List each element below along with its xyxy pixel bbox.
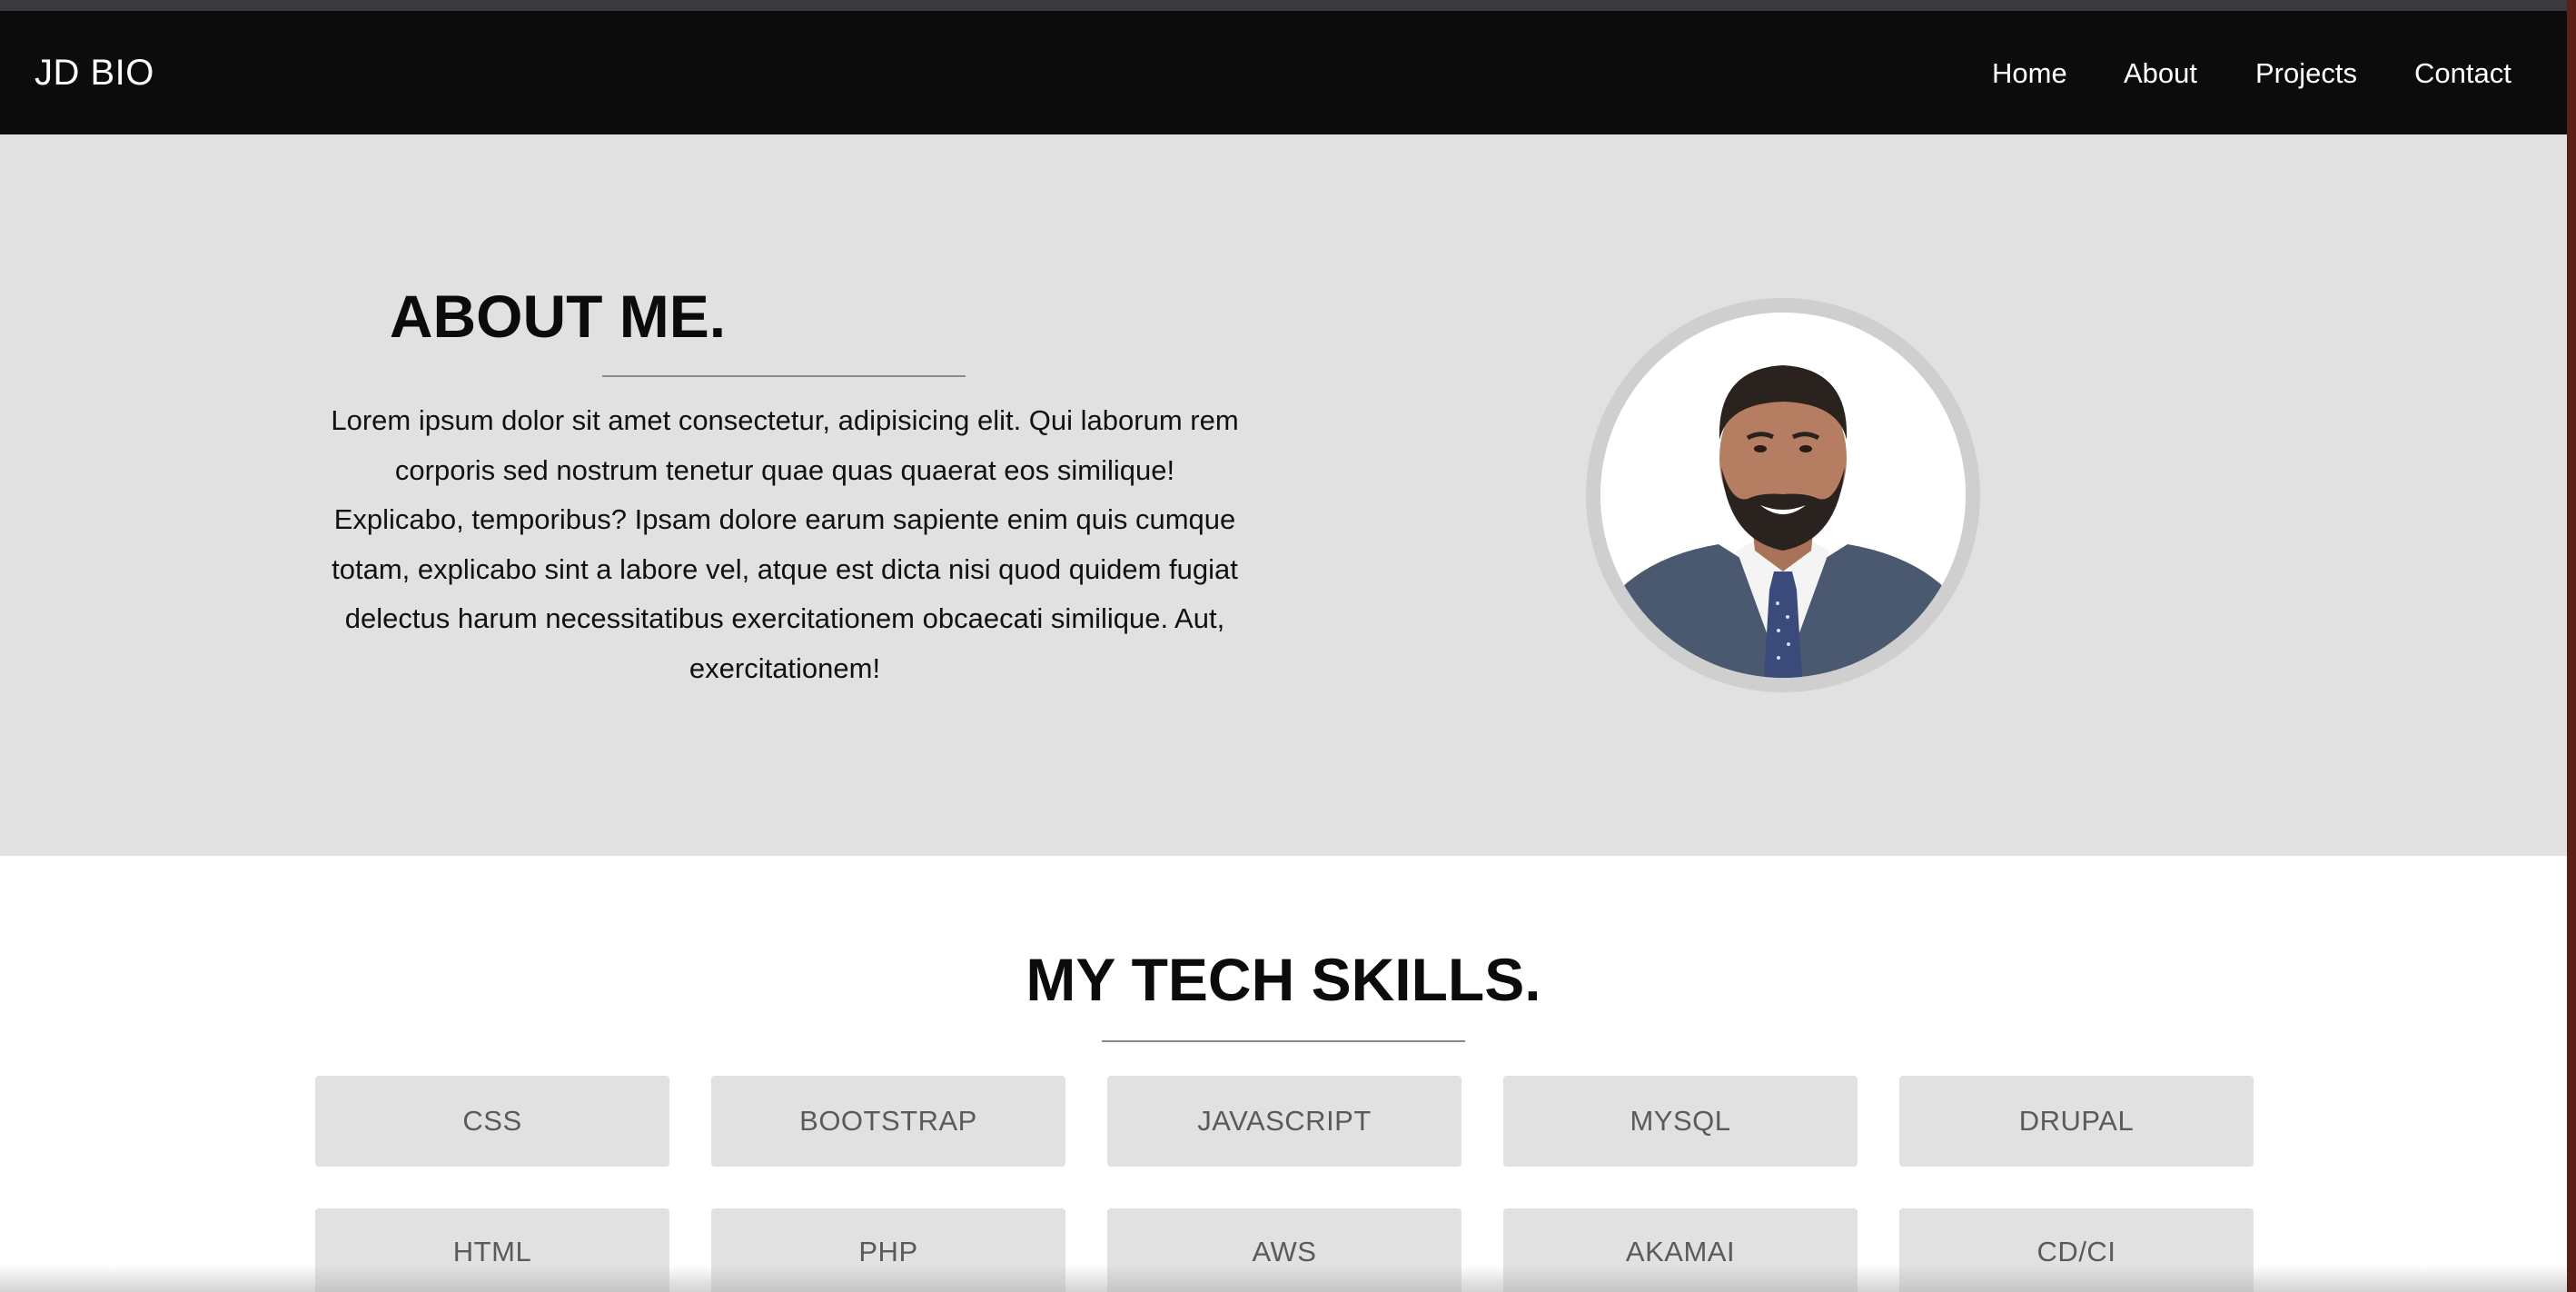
skill-card-mysql[interactable]: MYSQL	[1503, 1076, 1858, 1167]
skill-label: CSS	[462, 1105, 522, 1137]
navbar: JD BIO Home About Projects Contact	[0, 11, 2567, 134]
skills-title-divider	[1102, 1040, 1465, 1042]
skill-label: AWS	[1252, 1236, 1317, 1267]
browser-viewport: JD BIO Home About Projects Contact ABOUT…	[0, 0, 2568, 1292]
skill-label: DRUPAL	[2018, 1105, 2135, 1137]
skill-label: CD/CI	[2036, 1236, 2116, 1267]
profile-photo-icon	[1600, 313, 1966, 678]
nav-link-home[interactable]: Home	[1992, 56, 2067, 91]
skill-label: HTML	[452, 1236, 532, 1267]
nav-link-about[interactable]: About	[2124, 56, 2197, 91]
about-section: ABOUT ME. Lorem ipsum dolor sit amet con…	[0, 134, 2567, 856]
nav-link-projects[interactable]: Projects	[2255, 56, 2357, 91]
skill-label: AKAMAI	[1625, 1236, 1736, 1267]
bottom-shadow	[0, 1265, 2567, 1292]
about-title: ABOUT ME.	[389, 283, 727, 350]
skill-label: JAVASCRIPT	[1197, 1105, 1372, 1137]
background-window-edge	[2567, 0, 2576, 1292]
about-text: Lorem ipsum dolor sit amet consectetur, …	[331, 404, 1239, 684]
skill-card-javascript[interactable]: JAVASCRIPT	[1107, 1076, 1461, 1167]
profile-photo	[1600, 313, 1966, 678]
skills-title: MY TECH SKILLS.	[1025, 946, 1541, 1013]
window-top-edge	[0, 0, 2567, 11]
skill-label: BOOTSTRAP	[799, 1105, 977, 1137]
skill-card-css[interactable]: CSS	[315, 1076, 669, 1167]
brand-logo[interactable]: JD BIO	[35, 51, 154, 94]
about-title-divider	[602, 375, 966, 377]
skill-card-drupal[interactable]: DRUPAL	[1899, 1076, 2254, 1167]
nav-link-contact[interactable]: Contact	[2414, 56, 2512, 91]
avatar-frame	[1586, 298, 1980, 692]
skill-label: MYSQL	[1630, 1105, 1731, 1137]
skill-label: PHP	[858, 1236, 918, 1267]
skill-card-bootstrap[interactable]: BOOTSTRAP	[711, 1076, 1065, 1167]
